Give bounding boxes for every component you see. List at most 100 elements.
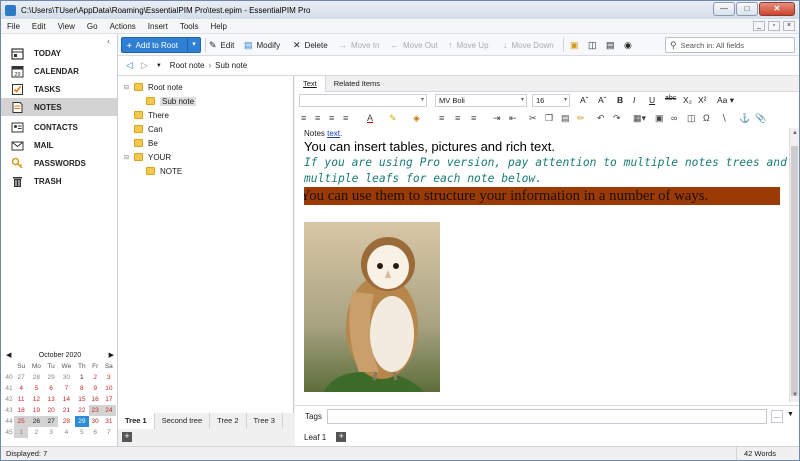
indent-icon[interactable]: ⇥ <box>493 113 501 124</box>
tab-text[interactable]: Text <box>295 76 326 92</box>
view-layout-icon[interactable]: ◫ <box>588 38 601 52</box>
nav-item-trash[interactable]: TRASH <box>1 172 117 190</box>
calendar-day[interactable]: 3 <box>102 372 116 383</box>
menu-insert[interactable]: Insert <box>142 22 174 31</box>
nav-item-notes[interactable]: NOTES <box>1 98 117 116</box>
nav-item-mail[interactable]: MAIL <box>1 136 117 154</box>
move-down-button[interactable]: ↓ Move Down <box>503 38 554 52</box>
nav-item-passwords[interactable]: PASSWORDS <box>1 154 117 172</box>
bullets-icon[interactable]: ≡ <box>439 113 444 123</box>
redo-icon[interactable]: ↷ <box>613 113 621 124</box>
calendar-day[interactable]: 29 <box>45 372 58 383</box>
menu-actions[interactable]: Actions <box>104 22 142 31</box>
modify-button[interactable]: ▤ Modify <box>244 38 280 52</box>
numbering-icon[interactable]: ≡ <box>455 113 460 123</box>
table-icon[interactable]: ▦▾ <box>633 113 646 124</box>
tags-scroll-icon[interactable]: ▼ <box>787 411 794 418</box>
doc-link[interactable]: text <box>327 129 340 138</box>
back-icon[interactable]: ◁ <box>126 60 133 71</box>
calendar-day[interactable]: 22 <box>75 405 89 416</box>
tree-node[interactable]: Be <box>134 137 158 149</box>
calendar-day[interactable]: 6 <box>45 383 58 394</box>
calendar-day[interactable]: 17 <box>102 394 116 405</box>
style-select[interactable]: ▾ <box>299 94 427 107</box>
calendar-day[interactable]: 9 <box>89 383 102 394</box>
font-color-icon[interactable]: A <box>367 113 373 123</box>
move-in-button[interactable]: → Move In <box>338 38 379 52</box>
tree-node[interactable]: NOTE <box>146 165 182 177</box>
menu-go[interactable]: Go <box>81 22 104 31</box>
tab-tree-2[interactable]: Tree 2 <box>210 413 247 429</box>
menu-tools[interactable]: Tools <box>174 22 205 31</box>
cut-icon[interactable]: ✂ <box>529 113 537 124</box>
menu-view[interactable]: View <box>52 22 81 31</box>
tags-browse-button[interactable]: ... <box>771 410 783 423</box>
calendar-day[interactable]: 28 <box>28 372 44 383</box>
align-right-icon[interactable]: ≡ <box>329 113 334 123</box>
tree-node[interactable]: Can <box>134 123 163 135</box>
calendar-day[interactable]: 23 <box>88 405 102 416</box>
calendar-day[interactable]: 8 <box>75 383 89 394</box>
calendar-day[interactable]: 16 <box>89 394 102 405</box>
strikethrough-button[interactable]: abc <box>665 95 676 102</box>
outdent-icon[interactable]: ⇤ <box>509 113 517 124</box>
tree-node[interactable]: ⊟ YOUR <box>124 151 171 163</box>
image-icon[interactable]: ▣ <box>655 113 664 124</box>
list-icon[interactable]: ≡ <box>471 113 476 123</box>
calendar-day[interactable]: 26 <box>28 416 45 427</box>
calendar-day[interactable]: 21 <box>58 405 75 416</box>
attach-file-icon[interactable]: ◫ <box>687 113 696 124</box>
calendar-prev-icon[interactable]: ◀ <box>6 351 11 359</box>
calendar-day[interactable]: 15 <box>75 394 89 405</box>
maximize-button[interactable]: □ <box>736 2 758 16</box>
tab-leaf-1[interactable]: Leaf 1 <box>304 433 326 442</box>
line-icon[interactable]: ∖ <box>721 113 727 124</box>
breadcrumb-item[interactable]: Sub note <box>215 61 247 70</box>
calendar-day[interactable]: 10 <box>102 383 116 394</box>
tree-node-selected[interactable]: Sub note <box>146 95 197 107</box>
align-left-icon[interactable]: ≡ <box>301 113 306 123</box>
copy-icon[interactable]: ❐ <box>545 113 553 124</box>
add-dropdown-arrow-icon[interactable]: ▾ <box>187 38 200 52</box>
calendar-day[interactable]: 24 <box>101 405 116 416</box>
underline-button[interactable]: U <box>649 95 655 105</box>
calendar-day[interactable]: 31 <box>102 416 116 427</box>
calendar-day[interactable]: 20 <box>45 405 58 416</box>
calendar-day[interactable]: 14 <box>58 394 75 405</box>
highlight-icon[interactable]: ✎ <box>389 113 397 124</box>
find-icon[interactable]: ◉ <box>624 38 636 52</box>
calendar-day[interactable]: 1 <box>14 427 29 438</box>
undo-icon[interactable]: ↶ <box>597 113 605 124</box>
calendar-day[interactable]: 7 <box>102 427 116 438</box>
tab-tree-1[interactable]: Tree 1 <box>118 413 155 429</box>
calendar-day[interactable]: 6 <box>89 427 102 438</box>
scroll-up-icon[interactable]: ▲ <box>791 130 799 138</box>
scroll-down-icon[interactable]: ▼ <box>791 392 799 400</box>
align-center-icon[interactable]: ≡ <box>315 113 320 123</box>
tab-tree-3[interactable]: Tree 3 <box>247 413 283 429</box>
calendar-day[interactable]: 19 <box>28 405 44 416</box>
menu-edit[interactable]: Edit <box>26 22 52 31</box>
editor-scrollbar[interactable]: ▲ ▼ <box>789 128 799 402</box>
calendar-day[interactable]: 4 <box>14 383 28 394</box>
nav-item-contacts[interactable]: CONTACTS <box>1 118 117 136</box>
calendar-day[interactable]: 18 <box>14 405 28 416</box>
calendar-day[interactable]: 27 <box>44 416 58 427</box>
calendar-day[interactable]: 4 <box>58 427 75 438</box>
subscript-button[interactable]: X₂ <box>683 95 692 105</box>
collapse-node-icon[interactable]: ⊟ <box>124 84 132 91</box>
calendar-day[interactable]: 12 <box>28 394 44 405</box>
calendar-day[interactable]: 5 <box>28 383 44 394</box>
calendar-day[interactable]: 25 <box>14 416 29 427</box>
grow-font-button[interactable]: Aˆ <box>580 95 589 105</box>
calendar-day[interactable]: 11 <box>14 394 28 405</box>
change-case-button[interactable]: Aa ▾ <box>717 95 734 106</box>
fill-color-icon[interactable]: ◈ <box>413 113 420 124</box>
calendar-day[interactable]: 2 <box>89 372 102 383</box>
add-tree-button[interactable]: + <box>122 432 132 442</box>
mdi-restore-button[interactable]: ▫ <box>768 21 780 31</box>
move-out-button[interactable]: ← Move Out <box>390 38 438 52</box>
mdi-minimize-button[interactable]: _ <box>753 21 765 31</box>
tree-node[interactable]: There <box>134 109 169 121</box>
calendar-day[interactable]: 5 <box>75 427 89 438</box>
